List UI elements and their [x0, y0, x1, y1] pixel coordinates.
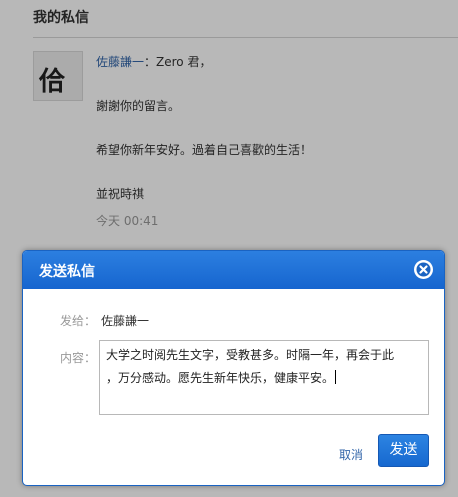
dialog-title: 发送私信 — [39, 264, 95, 280]
dialog-header: 发送私信 — [23, 251, 444, 289]
close-button[interactable] — [414, 260, 433, 279]
send-button[interactable]: 发送 — [378, 434, 429, 467]
recipient-label: 发给： — [60, 314, 97, 328]
message-content-field[interactable]: 大学之时阅先生文字，受教甚多。时隔一年，再会于此 ，万分感动。愿先生新年快乐，健… — [99, 340, 429, 415]
text-caret — [335, 370, 337, 384]
content-label: 内容： — [60, 351, 97, 365]
cancel-button[interactable]: 取消 — [339, 446, 363, 463]
close-icon — [414, 260, 433, 279]
content-line-2: ，万分感动。愿先生新年快乐，健康平安。 — [106, 371, 335, 385]
recipient-value: 佐藤謙一 — [101, 314, 150, 328]
content-line-1: 大学之时阅先生文字，受教甚多。时隔一年，再会于此 — [106, 348, 395, 362]
send-message-dialog: 发送私信 发给： 佐藤謙一 内容： 大学之时阅先生文字，受教甚多。时隔一年，再会… — [22, 250, 445, 486]
content-line-2-wrap: ，万分感动。愿先生新年快乐，健康平安。 — [106, 367, 422, 390]
